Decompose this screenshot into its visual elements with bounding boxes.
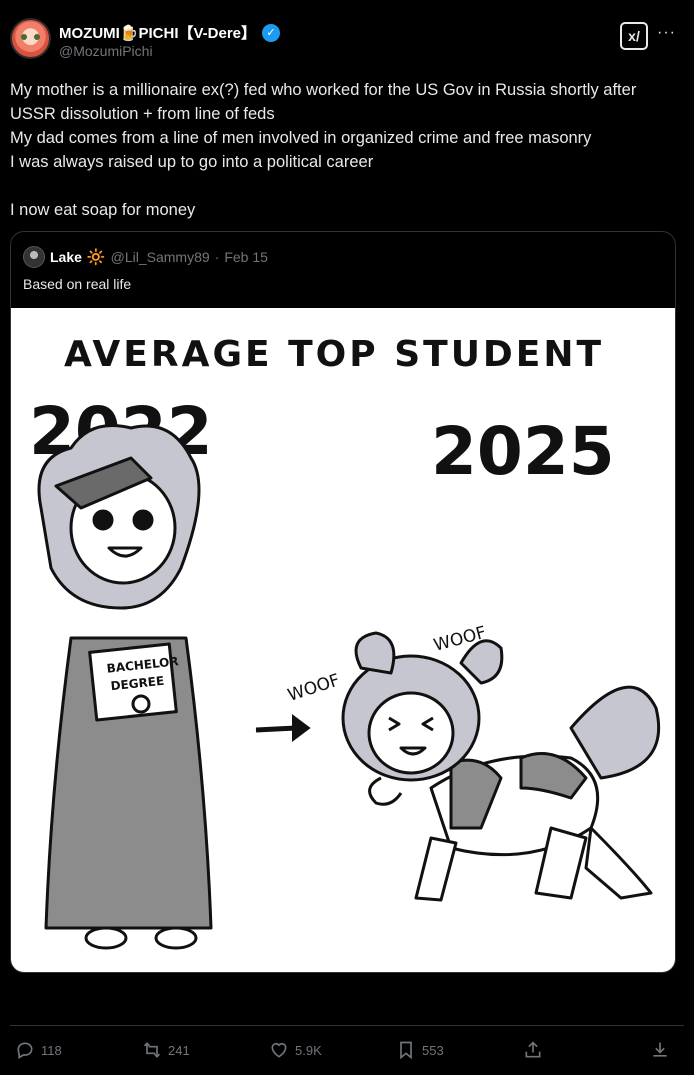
tweet-text: My mother is a millionaire ex(?) fed who…: [10, 78, 680, 222]
reply-count: 118: [41, 1042, 62, 1058]
repost-count: 241: [168, 1042, 190, 1058]
more-options-icon[interactable]: ···: [657, 24, 676, 42]
quote-author-handle[interactable]: @Lil_Sammy89: [111, 249, 210, 265]
quote-text: Based on real life: [23, 276, 132, 292]
tweet-action-bar: 118 241 5.9K 553: [10, 1025, 684, 1075]
reply-button[interactable]: 118: [15, 1040, 62, 1060]
comic-title: AVERAGE TOP STUDENT: [64, 334, 604, 375]
share-button[interactable]: [523, 1040, 543, 1060]
quote-author-name[interactable]: Lake: [50, 249, 82, 265]
tweet-line: I was always raised up to go into a poli…: [10, 153, 374, 171]
download-icon: [653, 1042, 667, 1057]
like-button[interactable]: 5.9K: [269, 1040, 322, 1060]
verified-badge-icon: ✓: [262, 23, 281, 42]
tweet-line: [10, 174, 680, 198]
sun-emoji-icon: 🔆: [86, 249, 106, 266]
bookmark-count: 553: [422, 1042, 444, 1058]
share-icon: [525, 1041, 541, 1058]
comic-year-right: 2025: [431, 413, 615, 490]
quote-separator: ·: [214, 249, 220, 265]
comic-image[interactable]: AVERAGE TOP STUDENT 2022 2025 BACHELOR D…: [11, 308, 675, 972]
reply-icon: [17, 1042, 33, 1059]
arrow-icon: [255, 714, 311, 742]
puppy-illustration: [341, 631, 661, 902]
bookmark-icon: [400, 1041, 412, 1060]
tweet-line: My mother is a millionaire ex(?) fed who…: [10, 81, 637, 99]
like-count: 5.9K: [295, 1042, 322, 1058]
author-name-row[interactable]: MOZUMI🍺PICHI【V-Dere】 ✓: [59, 22, 281, 43]
grok-icon[interactable]: x/: [620, 22, 648, 50]
download-button[interactable]: [650, 1040, 670, 1060]
author-display-name[interactable]: MOZUMI🍺PICHI【V-Dere】: [59, 22, 256, 43]
author-handle[interactable]: @MozumiPichi: [59, 43, 153, 59]
tweet-line: USSR dissolution + from line of feds: [10, 105, 275, 123]
tweet-line: My dad comes from a line of men involved…: [10, 129, 592, 147]
tweet-line: I now eat soap for money: [10, 201, 196, 219]
bookmark-button[interactable]: 553: [396, 1040, 444, 1060]
repost-button[interactable]: 241: [142, 1040, 190, 1060]
repost-icon: [143, 1042, 161, 1058]
quote-date[interactable]: Feb 15: [224, 249, 268, 265]
author-avatar[interactable]: [10, 18, 51, 59]
woof-text-1: WOOF: [285, 670, 342, 706]
quote-avatar[interactable]: [23, 246, 45, 268]
quoted-tweet[interactable]: Lake 🔆 @Lil_Sammy89 · Feb 15 Based on re…: [10, 231, 676, 973]
heart-icon: [271, 1042, 287, 1058]
quote-header: Lake 🔆 @Lil_Sammy89 · Feb 15: [23, 246, 268, 268]
